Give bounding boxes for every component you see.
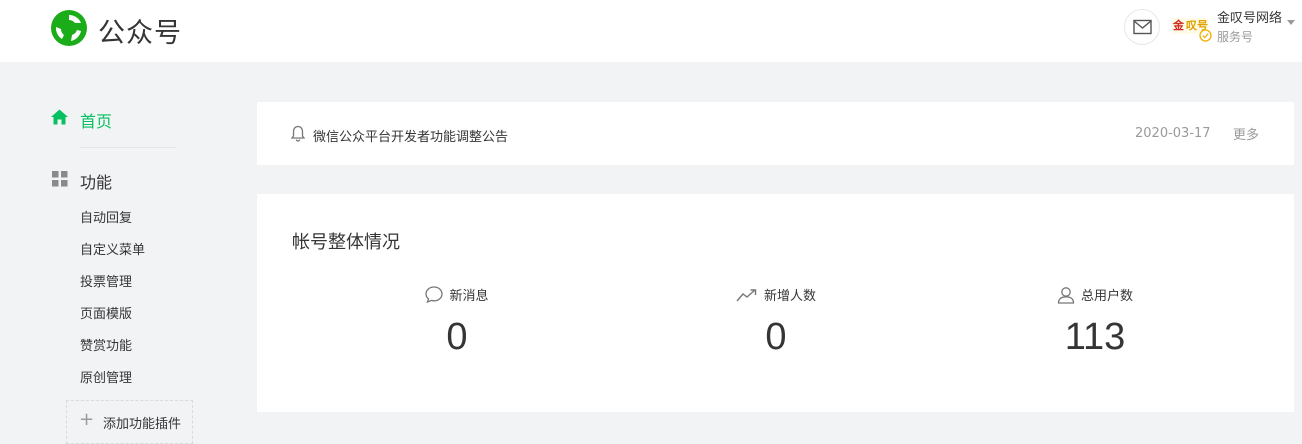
avatar-text-left: 金 bbox=[1173, 19, 1184, 32]
sidebar-subitem-reward[interactable]: 赞赏功能 bbox=[80, 335, 132, 354]
overview-title: 帐号整体情况 bbox=[292, 232, 400, 253]
message-icon bbox=[425, 286, 444, 303]
top-header: 公众号 金 叹号 金叹号网络 服务号 bbox=[0, 0, 1302, 62]
stat-new-followers[interactable]: 新增人数 0 bbox=[676, 284, 876, 374]
plus-icon: + bbox=[79, 409, 95, 430]
account-overview-card: 帐号整体情况 新消息 0 新增人数 0 总用户数 113 bbox=[257, 194, 1294, 412]
sidebar-item-functions[interactable]: 功能 bbox=[51, 168, 181, 192]
sidebar-divider bbox=[80, 147, 176, 148]
mail-icon bbox=[1133, 19, 1152, 35]
announcement-card: 微信公众平台开发者功能调整公告 2020-03-17 更多 bbox=[257, 102, 1294, 165]
grid-icon bbox=[52, 171, 68, 187]
verified-badge-icon bbox=[1199, 29, 1212, 42]
stat-value: 113 bbox=[1064, 316, 1126, 358]
stat-total-users[interactable]: 总用户数 113 bbox=[995, 284, 1195, 374]
bell-icon bbox=[291, 125, 305, 142]
stat-value: 0 bbox=[446, 316, 468, 358]
mail-button[interactable] bbox=[1124, 9, 1160, 45]
sidebar-subitem-page-template[interactable]: 页面模版 bbox=[80, 303, 132, 322]
stat-label: 新消息 bbox=[449, 289, 489, 304]
user-icon bbox=[1057, 286, 1075, 304]
sidebar-subitem-original-management[interactable]: 原创管理 bbox=[80, 367, 132, 386]
announcement-date: 2020-03-17 bbox=[1135, 126, 1211, 141]
add-plugin-button[interactable]: + 添加功能插件 bbox=[66, 400, 193, 444]
account-name[interactable]: 金叹号网络 bbox=[1217, 7, 1282, 26]
account-type: 服务号 bbox=[1217, 30, 1254, 44]
sidebar-subitem-custom-menu[interactable]: 自定义菜单 bbox=[80, 239, 145, 258]
brand-title[interactable]: 公众号 bbox=[98, 11, 182, 50]
sidebar-item-label: 首页 bbox=[80, 112, 113, 131]
sidebar-subitem-vote-management[interactable]: 投票管理 bbox=[80, 271, 132, 290]
sidebar-item-label: 功能 bbox=[80, 173, 113, 192]
add-plugin-label: 添加功能插件 bbox=[103, 417, 182, 432]
sidebar-subitem-auto-reply[interactable]: 自动回复 bbox=[80, 207, 132, 226]
announcement-link[interactable]: 微信公众平台开发者功能调整公告 bbox=[313, 126, 508, 145]
stat-new-messages[interactable]: 新消息 0 bbox=[357, 284, 557, 374]
stat-value: 0 bbox=[765, 316, 787, 358]
home-icon bbox=[51, 109, 68, 125]
more-link[interactable]: 更多 bbox=[1233, 124, 1259, 143]
trend-icon bbox=[736, 288, 757, 301]
sidebar-item-home[interactable]: 首页 bbox=[51, 107, 181, 131]
chevron-down-icon[interactable] bbox=[1287, 20, 1295, 25]
wechat-logo-icon[interactable] bbox=[50, 9, 88, 47]
stat-label: 新增人数 bbox=[763, 289, 816, 304]
stat-label: 总用户数 bbox=[1080, 289, 1133, 304]
